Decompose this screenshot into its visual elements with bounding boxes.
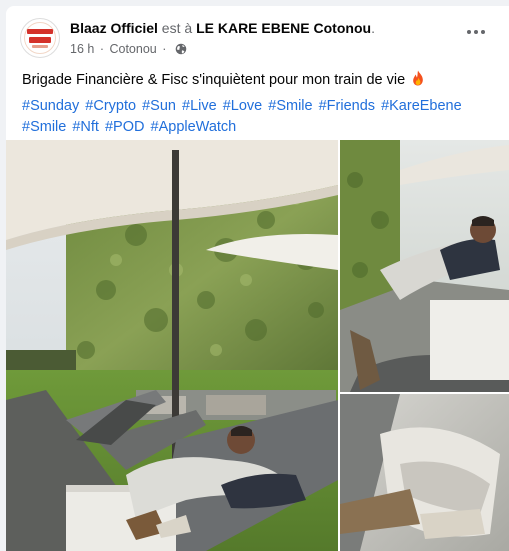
post-timestamp[interactable]: 16 h [70,42,94,56]
more-options-icon[interactable] [464,20,488,44]
post-city: Cotonou [109,42,157,56]
hashtag-link[interactable]: #Smile [268,98,312,114]
photo-bottom-right[interactable] [340,394,509,551]
checkin-connector: est à [157,20,197,36]
hashtag-link[interactable]: #AppleWatch [151,119,237,135]
meta-separator: · [99,42,104,56]
hashtag-link[interactable]: #Sunday [22,98,79,114]
post-title-line: Blaaz Officiel est à LE KARE EBENE Coton… [70,19,375,37]
lounge-photo-main [6,140,338,551]
hashtag-link[interactable]: #Sun [142,98,176,114]
post-meta: 16 h · Cotonou · [70,41,187,57]
author-name[interactable]: Blaaz Officiel [70,20,158,36]
author-avatar[interactable] [20,18,60,58]
hashtag-link[interactable]: #Crypto [85,98,136,114]
photo-main[interactable] [6,140,338,551]
globe-icon[interactable] [175,43,187,55]
post-header: Blaaz Officiel est à LE KARE EBENE Coton… [6,6,509,64]
lounge-photo-reclining [340,140,509,392]
meta-separator-2: · [162,42,167,56]
fire-icon [413,70,424,86]
location-suffix: . [371,20,375,36]
hashtag-link[interactable]: #Smile [22,119,66,135]
hashtag-link[interactable]: #Nft [72,119,99,135]
post-message: Brigade Financière & Fisc s'inquiètent p… [22,72,406,88]
location-link[interactable]: LE KARE EBENE Cotonou [196,20,371,36]
post-card: Blaaz Officiel est à LE KARE EBENE Coton… [6,6,509,551]
photo-grid [6,140,509,551]
hashtag-link[interactable]: #POD [105,119,145,135]
hashtag-list: #Sunday #Crypto #Sun #Live #Love #Smile … [22,96,492,138]
photo-top-right[interactable] [340,140,509,392]
lounge-photo-closeup [340,394,509,551]
post-text: Brigade Financière & Fisc s'inquiètent p… [22,70,492,90]
hashtag-link[interactable]: #Friends [319,98,375,114]
hashtag-link[interactable]: #KareEbene [381,98,462,114]
hashtag-link[interactable]: #Live [182,98,217,114]
hashtag-link[interactable]: #Love [223,98,263,114]
